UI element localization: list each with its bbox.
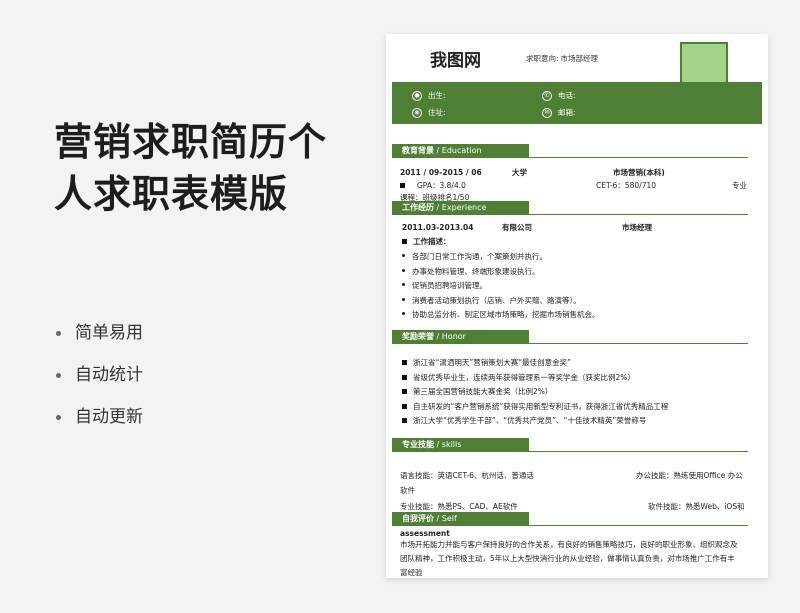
job-intent: 求职意向: 市场部经理 bbox=[526, 53, 598, 64]
exp-role: 市场经理 bbox=[622, 223, 652, 232]
info-address: ◉ 住址: bbox=[412, 107, 448, 118]
edu-gpa: GPA：3.8/4.0 bbox=[400, 180, 466, 191]
list-item: 浙江省“潇洒明天”营销策划大赛“最佳创意金奖” bbox=[402, 356, 668, 371]
resume-name: 我图网 bbox=[430, 51, 481, 71]
list-item: 各部门日常工作沟通，个案策划并执行。 bbox=[402, 250, 600, 265]
edu-major: 市场营销(本科) bbox=[613, 168, 665, 177]
list-item: 自主研发的“客户营销系统”获得实用新型专利证书，获得浙江省优秀精品工程 bbox=[402, 400, 668, 415]
section-experience: 工作经历 / Experience bbox=[392, 201, 748, 217]
promo-title-line1: 营销求职简历个 bbox=[54, 120, 328, 164]
bullet-icon bbox=[56, 330, 61, 336]
feature-item: 自动更新 bbox=[56, 396, 143, 438]
feature-list: 简单易用 自动统计 自动更新 bbox=[56, 312, 143, 438]
skill-language: 语言技能：英语CET-6、杭州话、普通话 bbox=[400, 471, 534, 480]
intent-value: 市场部经理 bbox=[560, 54, 599, 63]
feature-item: 简单易用 bbox=[56, 312, 143, 354]
self-line3: 富经验 bbox=[400, 568, 423, 577]
edu-major-tag: 专业 bbox=[732, 181, 747, 190]
info-email: ✉ 邮箱: bbox=[542, 107, 578, 118]
resume-page: 我图网 求职意向: 市场部经理 ● 出生: ✆ 电话: ◉ 住址: ✉ 邮箱: 教… bbox=[386, 34, 768, 578]
info-phone: ✆ 电话: bbox=[542, 90, 578, 101]
exp-period: 2011.03-2013.04 bbox=[402, 223, 474, 232]
location-icon: ◉ bbox=[412, 107, 422, 118]
skill-professional: 专业技能：熟悉PS、CAD、AE软件 bbox=[400, 502, 518, 511]
exp-company: 有限公司 bbox=[502, 223, 532, 232]
edu-school: 大学 bbox=[512, 168, 527, 177]
square-bullet-icon bbox=[402, 239, 407, 244]
list-item: 浙江大学“优秀学生干部”、“优秀共产党员”、“十佳技术精英”荣誉称号 bbox=[402, 414, 668, 429]
skill-software: 软件技能：熟悉Web、iOS和 bbox=[648, 502, 745, 511]
bullet-icon bbox=[56, 414, 61, 420]
exp-desc-title: 工作描述： bbox=[402, 236, 451, 247]
list-item: 协助总监分析、制定区域市场策略，挖掘市场销售机会。 bbox=[402, 308, 600, 323]
list-item: 促销员招聘培训管理。 bbox=[402, 279, 600, 294]
info-birth: ● 出生: bbox=[412, 90, 448, 101]
honor-list: 浙江省“潇洒明天”营销策划大赛“最佳创意金奖” 省级优秀毕业生，连续两年获得管理… bbox=[402, 356, 668, 429]
bullet-icon bbox=[56, 372, 61, 378]
email-icon: ✉ bbox=[542, 107, 552, 118]
promo-title-line2: 人求职表模版 bbox=[54, 172, 289, 216]
section-self: 自我评价 / Self bbox=[392, 512, 748, 528]
skill-office: 办公技能：熟练使用Office 办公 bbox=[636, 471, 743, 480]
contact-bar: ● 出生: ✆ 电话: ◉ 住址: ✉ 邮箱: bbox=[392, 82, 762, 124]
promo-title: 营销求职简历个 人求职表模版 bbox=[54, 116, 364, 220]
edu-cet: CET-6：580/710 bbox=[596, 181, 657, 190]
list-item: 消费者活动策划执行（店销、户外买赠、路演等）。 bbox=[402, 294, 600, 309]
self-line1: 市场开拓能力并能与客户保持良好的合作关系，有良好的销售策略技巧，良好的职业形象、… bbox=[400, 540, 738, 549]
self-title-en2: assessment bbox=[400, 529, 450, 538]
section-education: 教育背景 / Education bbox=[392, 144, 748, 160]
square-bullet-icon bbox=[400, 183, 405, 188]
list-item: 办事处物料管理、终端形象建设执行。 bbox=[402, 265, 600, 280]
list-item: 省级优秀毕业生，连续两年获得管理系一等奖学金（获奖比例2%） bbox=[402, 371, 668, 386]
skill-office-cont: 软件 bbox=[400, 486, 415, 495]
feature-item: 自动统计 bbox=[56, 354, 143, 396]
intent-label: 求职意向: bbox=[526, 54, 559, 63]
edu-period: 2011 / 09-2015 / 06 bbox=[400, 168, 482, 177]
section-honor: 奖励荣誉 / Honor bbox=[392, 330, 748, 346]
user-icon: ● bbox=[412, 90, 422, 101]
phone-icon: ✆ bbox=[542, 90, 552, 101]
exp-duty-list: 各部门日常工作沟通，个案策划并执行。 办事处物料管理、终端形象建设执行。 促销员… bbox=[402, 250, 600, 323]
list-item: 第三届全国营销技能大赛金奖（比例2%） bbox=[402, 385, 668, 400]
self-line2: 团队精神，工作积极主动，5年以上大型快消行业的从业经验，做事情认真负责，对市场推… bbox=[400, 554, 735, 563]
section-skills: 专业技能 / skills bbox=[392, 438, 748, 454]
